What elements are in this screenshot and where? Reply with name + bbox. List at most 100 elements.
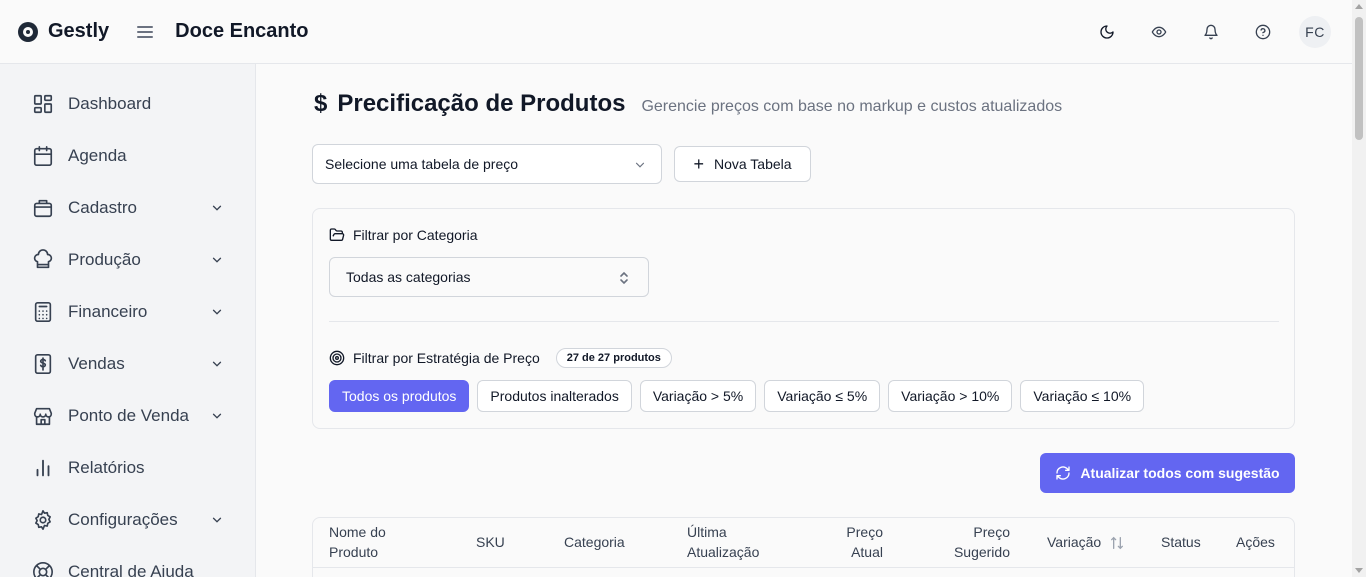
sidebar: Dashboard Agenda Cadastro Produção Finan…	[0, 64, 256, 577]
sidebar-item-ponto-de-venda[interactable]: Ponto de Venda	[18, 396, 238, 436]
top-bar: Gestly Doce Encanto FC	[0, 0, 1352, 64]
price-table-select[interactable]: Selecione uma tabela de preço	[312, 144, 662, 184]
moon-icon[interactable]	[1091, 16, 1123, 48]
new-table-button[interactable]: + Nova Tabela	[674, 146, 811, 182]
calculator-icon	[32, 301, 54, 323]
sidebar-item-label: Vendas	[68, 354, 125, 373]
dollar-icon: $	[314, 90, 328, 117]
refresh-icon	[1056, 466, 1071, 480]
help-icon[interactable]	[1247, 16, 1279, 48]
category-select[interactable]: Todas as categorias	[329, 257, 649, 297]
column-header-name[interactable]: Nome do Produto	[329, 522, 386, 562]
chevron-up-down-icon	[620, 271, 628, 285]
target-icon	[329, 350, 345, 366]
sidebar-item-dashboard[interactable]: Dashboard	[18, 84, 238, 124]
page-header: $ Precificação de Produtos Gerencie preç…	[314, 90, 1062, 118]
gear-icon	[32, 509, 54, 531]
box-icon	[32, 197, 54, 219]
hamburger-menu-icon[interactable]	[137, 25, 154, 38]
receipt-dollar-icon	[32, 353, 54, 375]
filter-card: Filtrar por Categoria Todas as categoria…	[312, 208, 1295, 429]
column-header-name-line2: Produto	[329, 544, 379, 560]
sidebar-item-producao[interactable]: Produção	[18, 240, 238, 280]
sidebar-item-agenda[interactable]: Agenda	[18, 136, 238, 176]
sidebar-item-label: Ponto de Venda	[68, 406, 190, 425]
column-header-current-price-line1: Preço	[846, 524, 883, 540]
sidebar-item-configuracoes[interactable]: Configurações	[18, 500, 238, 540]
sidebar-item-financeiro[interactable]: Financeiro	[18, 292, 238, 332]
chip-all-products[interactable]: Todos os produtos	[329, 380, 470, 412]
scroll-down-arrow-icon[interactable]	[1355, 568, 1363, 573]
chevron-down-icon	[212, 517, 222, 523]
strategy-filter-title: Filtrar por Estratégia de Preço 27 de 27…	[329, 348, 672, 368]
table-header: Nome do Produto SKU Categoria Última Atu…	[313, 518, 1294, 568]
column-header-variation-label: Variação	[1047, 534, 1102, 550]
bar-chart-icon	[32, 457, 54, 479]
brand[interactable]: Gestly	[18, 20, 109, 43]
strategy-filter-label: Filtrar por Estratégia de Preço	[353, 350, 540, 366]
products-table: Nome do Produto SKU Categoria Última Atu…	[312, 517, 1295, 577]
sidebar-item-label: Configurações	[68, 510, 178, 529]
sidebar-item-label: Cadastro	[68, 198, 137, 217]
chef-hat-icon	[32, 249, 54, 271]
price-table-select-label: Selecione uma tabela de preço	[325, 156, 519, 172]
product-count-badge: 27 de 27 produtos	[555, 348, 672, 368]
sidebar-item-label: Agenda	[68, 146, 127, 165]
lifebuoy-icon	[32, 561, 54, 577]
column-header-current-price[interactable]: Preço Atual	[846, 522, 883, 562]
page-scrollbar[interactable]	[1352, 0, 1366, 577]
divider	[329, 321, 1279, 322]
chip-variation-le-10[interactable]: Variação ≤ 10%	[1020, 380, 1145, 412]
column-header-variation[interactable]: Variação	[1047, 532, 1125, 552]
eye-icon[interactable]	[1143, 16, 1175, 48]
chevron-down-icon	[212, 257, 222, 263]
chip-unchanged-products[interactable]: Produtos inalterados	[477, 380, 632, 412]
category-filter-title: Filtrar por Categoria	[329, 227, 478, 243]
update-all-label: Atualizar todos com sugestão	[1080, 465, 1280, 481]
folder-open-icon	[329, 228, 345, 241]
header-actions: FC	[1071, 15, 1331, 48]
sort-icon[interactable]	[1109, 535, 1125, 551]
store-name: Doce Encanto	[175, 20, 309, 42]
chip-variation-le-5[interactable]: Variação ≤ 5%	[764, 380, 881, 412]
update-all-button[interactable]: Atualizar todos com sugestão	[1040, 453, 1295, 493]
column-header-sku[interactable]: SKU	[476, 532, 505, 552]
column-header-suggested-price[interactable]: Preço Sugerido	[954, 522, 1010, 562]
scroll-thumb[interactable]	[1355, 17, 1363, 140]
strategy-chips: Todos os produtos Produtos inalterados V…	[329, 380, 1152, 412]
calendar-icon	[32, 145, 54, 167]
sidebar-item-label: Financeiro	[68, 302, 148, 321]
column-header-last-update[interactable]: Última Atualização	[687, 522, 759, 562]
sidebar-item-label: Produção	[68, 250, 141, 269]
chevron-down-icon	[212, 309, 222, 315]
sidebar-item-central-de-ajuda[interactable]: Central de Ajuda	[18, 552, 238, 577]
column-header-category[interactable]: Categoria	[564, 532, 625, 552]
new-table-label: Nova Tabela	[713, 156, 792, 172]
sidebar-item-label: Relatórios	[68, 458, 145, 477]
column-header-current-price-line2: Atual	[851, 544, 883, 560]
scroll-up-arrow-icon[interactable]	[1355, 4, 1363, 9]
sidebar-item-cadastro[interactable]: Cadastro	[18, 188, 238, 228]
bell-icon[interactable]	[1195, 16, 1227, 48]
store-icon	[32, 405, 54, 427]
column-header-suggested-price-line2: Sugerido	[953, 544, 1010, 560]
column-header-name-line1: Nome do	[329, 524, 386, 540]
column-header-status[interactable]: Status	[1161, 532, 1201, 552]
page-title: Precificação de Produtos	[337, 90, 626, 117]
chevron-down-icon	[212, 361, 222, 367]
column-header-last-update-line1: Última	[687, 524, 727, 540]
sidebar-item-label: Central de Ajuda	[68, 562, 194, 577]
chevron-down-icon	[212, 413, 222, 419]
sidebar-item-relatorios[interactable]: Relatórios	[18, 448, 238, 488]
chip-variation-gt-10[interactable]: Variação > 10%	[888, 380, 1013, 412]
sidebar-item-vendas[interactable]: Vendas	[18, 344, 238, 384]
main-content: $ Precificação de Produtos Gerencie preç…	[256, 64, 1352, 577]
brand-name: Gestly	[48, 20, 110, 42]
avatar[interactable]: FC	[1299, 15, 1331, 48]
gestly-logo-icon	[18, 21, 38, 42]
chevron-down-icon	[212, 205, 222, 211]
sidebar-item-label: Dashboard	[68, 94, 152, 113]
chip-variation-gt-5[interactable]: Variação > 5%	[639, 380, 757, 412]
column-header-last-update-line2: Atualização	[687, 544, 760, 560]
plus-icon: +	[693, 154, 704, 174]
